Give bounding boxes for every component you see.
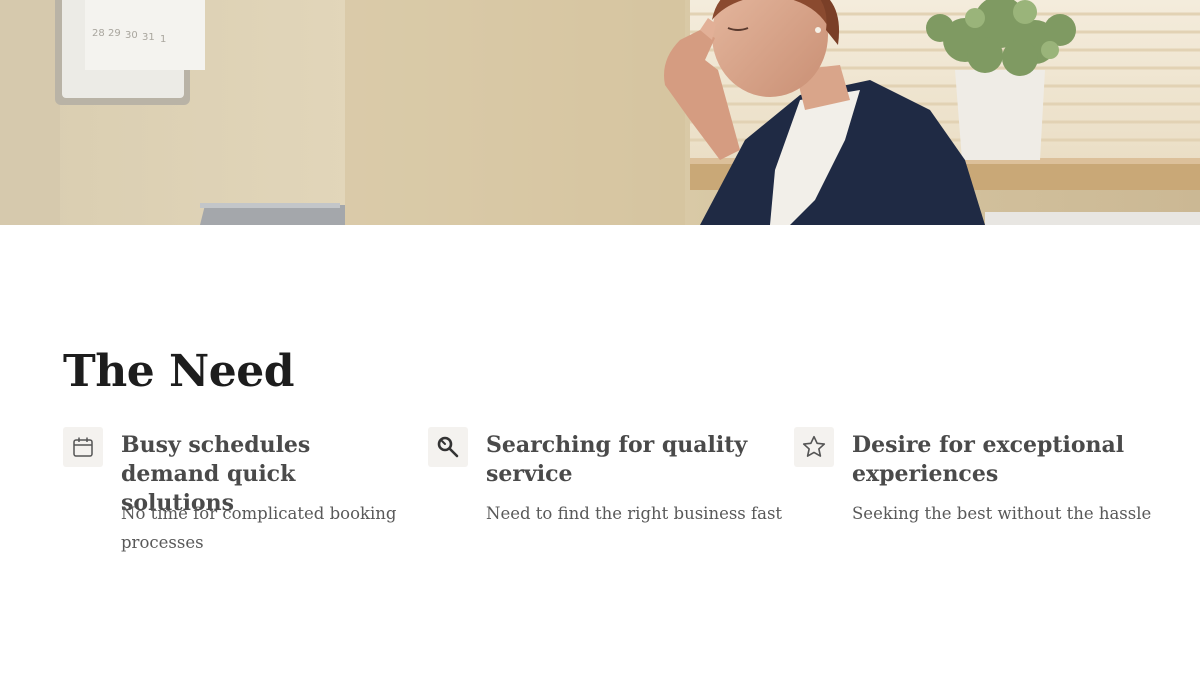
feature-description: Seeking the best without the hassle (852, 504, 1152, 523)
magnifier-icon (428, 427, 468, 467)
svg-text:29: 29 (108, 28, 121, 39)
svg-text:28: 28 (92, 28, 105, 39)
feature-heading: Desire for exceptional experiences (852, 432, 1125, 487)
svg-text:1: 1 (160, 34, 166, 45)
feature-description: Need to find the right business fast (486, 504, 783, 523)
star-icon (794, 427, 834, 467)
hero-image: 28 29 30 31 1 (0, 0, 1200, 225)
calendar-icon (63, 427, 103, 467)
section-title: The Need (63, 346, 295, 397)
hero-photo: 28 29 30 31 1 (0, 0, 1200, 225)
svg-text:31: 31 (142, 32, 155, 43)
svg-text:30: 30 (125, 30, 138, 41)
feature-heading: Searching for quality service (486, 432, 748, 487)
feature-description: No time for complicated booking processe… (121, 504, 397, 552)
